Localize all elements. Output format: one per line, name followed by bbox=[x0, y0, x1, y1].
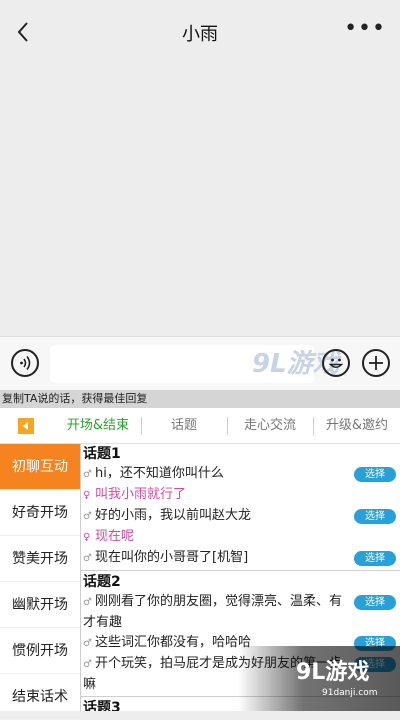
chat-title: 小雨 bbox=[182, 24, 218, 45]
tab-upgrade-invite[interactable]: 升级&邀约 bbox=[316, 408, 398, 444]
voice-icon[interactable] bbox=[11, 349, 39, 377]
watermark-url: 91danji.com bbox=[322, 688, 378, 698]
copy-tip: 复制TA说的话，获得最佳回复 bbox=[0, 390, 400, 408]
watermark-logo: 9L游戏 bbox=[296, 660, 370, 685]
input-bar: 9L游戏 bbox=[0, 336, 400, 390]
tab-separator bbox=[227, 417, 228, 435]
phrase-line: ♂ 刚刚看了你的朋友圈，觉得漂亮、温柔、有才有趣 选择 bbox=[81, 592, 400, 633]
tab-topics[interactable]: 话题 bbox=[144, 408, 224, 444]
category-sidebar: 初聊互动 好奇开场 赞美开场 幽默开场 惯例开场 结束话术 bbox=[0, 444, 80, 720]
sidebar-item-curious-open[interactable]: 好奇开场 bbox=[0, 490, 80, 536]
topic-title: 话题1 bbox=[83, 446, 121, 462]
tab-left-arrow-icon[interactable] bbox=[18, 418, 34, 434]
tab-separator bbox=[313, 417, 314, 435]
plus-icon[interactable] bbox=[362, 349, 390, 377]
topic-title: 话题2 bbox=[83, 574, 121, 590]
phrase-line: ♀ 现在呢 bbox=[83, 529, 135, 544]
tab-open-close[interactable]: 开场&结束 bbox=[58, 408, 138, 444]
sidebar-item-ending[interactable]: 结束话术 bbox=[0, 674, 80, 720]
select-button[interactable]: 选择 bbox=[354, 595, 396, 610]
divider bbox=[81, 570, 400, 571]
tab-separator bbox=[141, 417, 142, 435]
phrase-line: ♀ 叫我小雨就行了 bbox=[83, 487, 187, 502]
select-button[interactable]: 选择 bbox=[354, 509, 396, 524]
phrase-line: ♂ 现在叫你的小哥哥了[机智] 选择 bbox=[81, 548, 400, 569]
select-button[interactable]: 选择 bbox=[354, 551, 396, 566]
phrase-line: ♂ hi，还不知道你叫什么 选择 bbox=[81, 464, 400, 485]
sidebar-item-humor-open[interactable]: 幽默开场 bbox=[0, 582, 80, 628]
sidebar-item-initial-chat[interactable]: 初聊互动 bbox=[0, 444, 80, 490]
select-button[interactable]: 选择 bbox=[354, 467, 396, 482]
sidebar-item-praise-open[interactable]: 赞美开场 bbox=[0, 536, 80, 582]
phrase-line: ♂ 好的小雨，我以前叫赵大龙 选择 bbox=[81, 506, 400, 527]
emoji-icon[interactable] bbox=[322, 349, 350, 377]
tab-heart-talk[interactable]: 走心交流 bbox=[230, 408, 310, 444]
category-tabs: 开场&结束 话题 走心交流 升级&邀约 bbox=[0, 408, 400, 444]
sidebar-item-routine-open[interactable]: 惯例开场 bbox=[0, 628, 80, 674]
more-menu-icon[interactable]: ••• bbox=[344, 16, 386, 41]
top-bar: 小雨 ••• bbox=[0, 0, 400, 64]
chat-area bbox=[0, 64, 400, 336]
